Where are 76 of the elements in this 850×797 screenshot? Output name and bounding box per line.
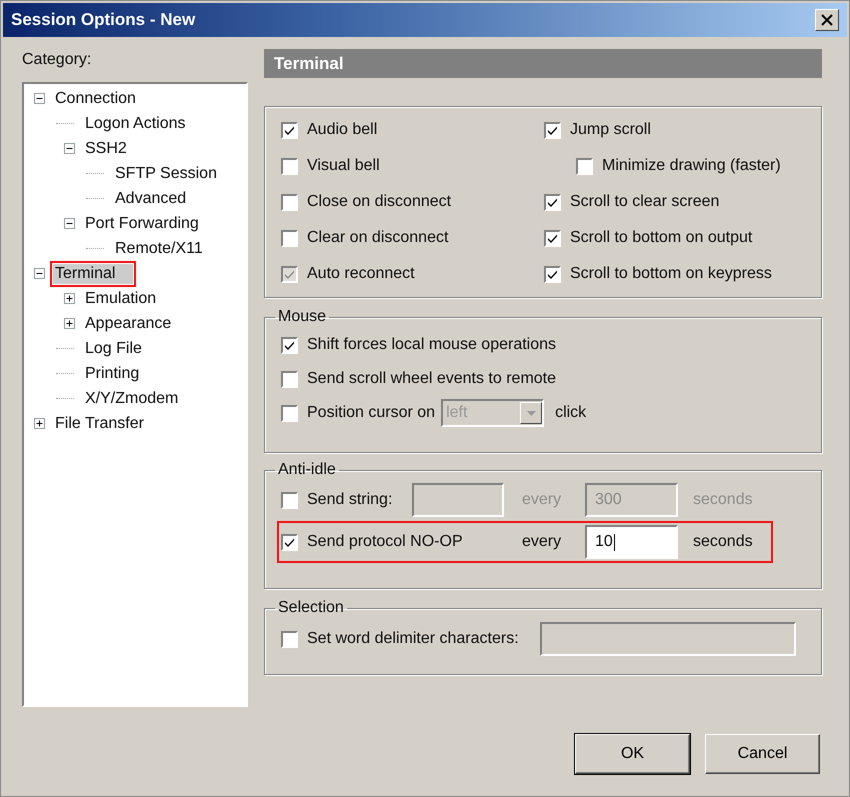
checkbox-label: Set word delimiter characters: (307, 630, 519, 648)
tree-item[interactable]: Terminal (53, 264, 134, 284)
tree-item[interactable]: Remote/X11 (113, 238, 205, 258)
check-icon (284, 124, 295, 136)
checkbox[interactable] (281, 158, 298, 174)
checkbox-label: Scroll to bottom on keypress (570, 265, 772, 283)
collapse-icon[interactable] (64, 218, 75, 229)
checkbox[interactable] (544, 230, 561, 246)
checkbox-label: Scroll to bottom on output (570, 229, 752, 247)
checkbox[interactable] (281, 194, 298, 210)
checkbox[interactable] (281, 404, 298, 422)
tree-item[interactable]: Logon Actions (83, 114, 188, 134)
tree-item[interactable]: Advanced (113, 188, 188, 208)
checkbox-label: Clear on disconnect (307, 229, 448, 247)
check-icon (284, 536, 295, 548)
check-icon (547, 196, 558, 208)
checkbox-label: Send protocol NO-OP (307, 533, 463, 551)
suffix-label: click (555, 404, 586, 422)
checkbox[interactable] (544, 122, 561, 138)
input-field[interactable] (540, 622, 796, 656)
category-label: Category: (22, 50, 92, 70)
checkbox[interactable] (281, 370, 298, 388)
every-label: every (521, 533, 562, 551)
checkbox-label: Shift forces local mouse operations (307, 336, 556, 354)
tree-item[interactable]: File Transfer (53, 414, 146, 434)
unit-label: seconds (692, 491, 754, 509)
checkbox-label: Auto reconnect (307, 265, 415, 283)
checkbox-label: Jump scroll (570, 121, 651, 139)
close-icon (821, 14, 833, 26)
dialog-button[interactable]: Cancel (705, 734, 820, 774)
checkbox[interactable] (281, 336, 298, 354)
close-button[interactable] (815, 9, 839, 31)
checkbox[interactable] (281, 630, 298, 648)
window-title: Session Options - New (11, 10, 196, 30)
tree-item[interactable]: Log File (83, 338, 144, 358)
every-label: every (521, 491, 562, 509)
tree-item[interactable]: Printing (83, 364, 142, 384)
checkbox[interactable] (544, 266, 561, 282)
check-icon (547, 268, 558, 280)
checkbox-label: Scroll to clear screen (570, 193, 720, 211)
checkbox[interactable] (576, 158, 593, 174)
tree-item[interactable]: X/Y/Zmodem (83, 388, 180, 408)
group-label: Selection (277, 599, 345, 617)
checkbox-label: Send string: (307, 491, 392, 509)
collapse-icon[interactable] (34, 93, 45, 104)
checkbox[interactable] (281, 122, 298, 138)
checkbox-label: Send scroll wheel events to remote (307, 370, 556, 388)
checkbox[interactable] (281, 534, 298, 550)
check-icon (284, 340, 295, 350)
group-label: Mouse (277, 308, 328, 326)
tree-item[interactable]: Port Forwarding (83, 214, 201, 234)
tree-item[interactable]: Emulation (83, 288, 158, 308)
collapse-icon[interactable] (64, 143, 75, 154)
tree-item[interactable]: Appearance (83, 314, 174, 334)
checkbox[interactable] (544, 194, 561, 210)
dialog-button[interactable]: OK (575, 734, 690, 774)
checkbox-label: Visual bell (307, 157, 380, 175)
collapse-icon[interactable] (34, 268, 45, 279)
unit-label: seconds (692, 533, 754, 551)
checkbox-label: Close on disconnect (307, 193, 452, 211)
check-icon (284, 268, 295, 280)
checkbox-label: Minimize drawing (faster) (602, 157, 781, 175)
tree-item[interactable]: SFTP Session (113, 164, 219, 184)
expand-icon[interactable] (34, 418, 45, 429)
checkbox-label: Position cursor on (307, 404, 436, 422)
tree-item[interactable]: SSH2 (83, 138, 129, 158)
check-icon (547, 124, 558, 136)
expand-icon[interactable] (64, 318, 75, 329)
tree-item[interactable]: Connection (53, 88, 138, 108)
group-label: Anti-idle (277, 461, 337, 479)
checkbox[interactable] (281, 230, 298, 246)
expand-icon[interactable] (64, 293, 75, 304)
input-field[interactable]: 10 (585, 525, 678, 559)
checkbox-label: Audio bell (307, 121, 378, 139)
check-icon (547, 232, 558, 244)
panel-title: Terminal (274, 54, 344, 74)
